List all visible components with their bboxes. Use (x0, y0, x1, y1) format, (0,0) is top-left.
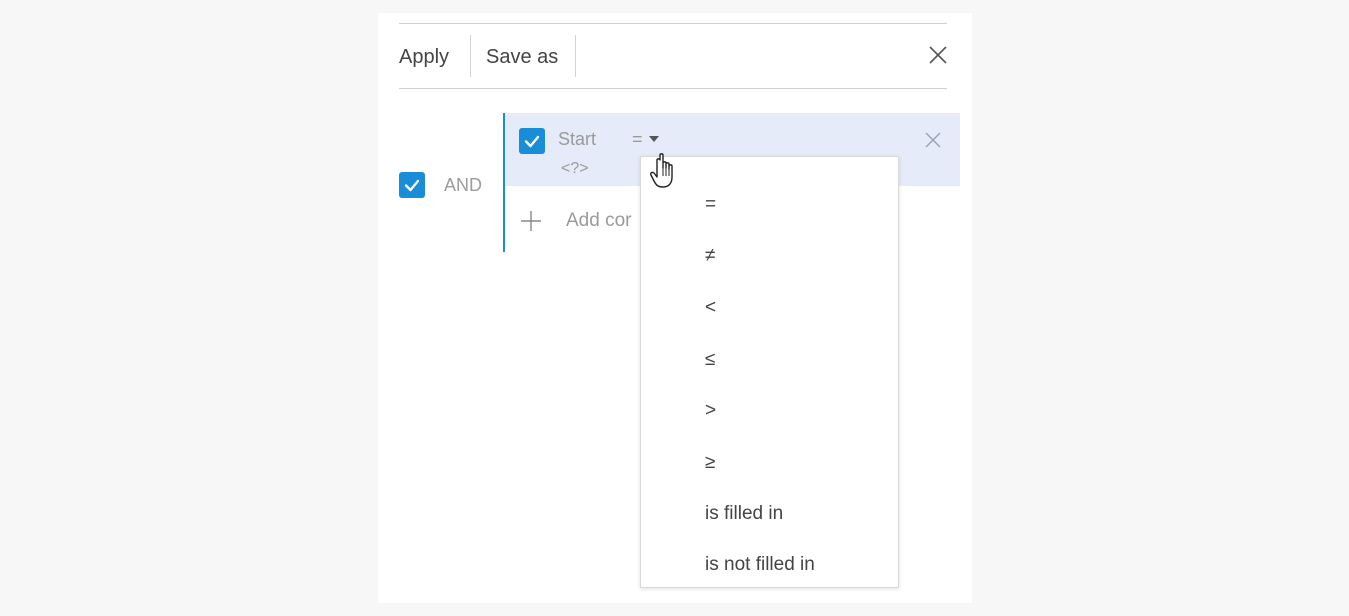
add-condition-label: Add cor (566, 210, 632, 231)
group-checkbox[interactable] (399, 172, 425, 198)
toolbar-divider (399, 88, 947, 89)
group-logic-toggle[interactable]: AND (444, 173, 482, 197)
checkmark-icon (404, 179, 420, 192)
operator-option-is-not-filled-in[interactable]: is not filled in (705, 553, 815, 577)
apply-button[interactable]: Apply (399, 44, 449, 70)
operator-dropdown-toggle[interactable]: = (632, 127, 659, 151)
operator-option-is-filled-in[interactable]: is filled in (705, 502, 783, 526)
remove-condition-icon[interactable] (925, 132, 941, 148)
filter-panel: Apply Save as AND Start = <?> Add cor = … (378, 13, 972, 603)
close-icon[interactable] (927, 44, 949, 66)
operator-option-equal[interactable]: = (705, 193, 716, 217)
toolbar-separator (575, 35, 576, 77)
plus-icon (521, 211, 541, 231)
hand-pointer-icon (650, 153, 673, 188)
top-divider (399, 23, 947, 24)
operator-option-greater[interactable]: > (705, 399, 716, 423)
condition-checkbox[interactable] (519, 128, 545, 154)
operator-dropdown-menu: = ≠ < ≤ > ≥ is filled in is not filled i… (640, 156, 899, 588)
operator-option-less-equal[interactable]: ≤ (705, 348, 715, 372)
caret-down-icon (648, 136, 659, 143)
operator-option-not-equal[interactable]: ≠ (705, 244, 715, 268)
operator-option-greater-equal[interactable]: ≥ (705, 451, 715, 475)
operator-option-less[interactable]: < (705, 296, 716, 320)
condition-value[interactable]: <?> (561, 159, 589, 179)
toolbar-separator (470, 35, 471, 77)
operator-value: = (632, 129, 643, 149)
save-as-button[interactable]: Save as (486, 44, 558, 70)
checkmark-icon (524, 135, 540, 148)
condition-field-name[interactable]: Start (558, 127, 596, 151)
